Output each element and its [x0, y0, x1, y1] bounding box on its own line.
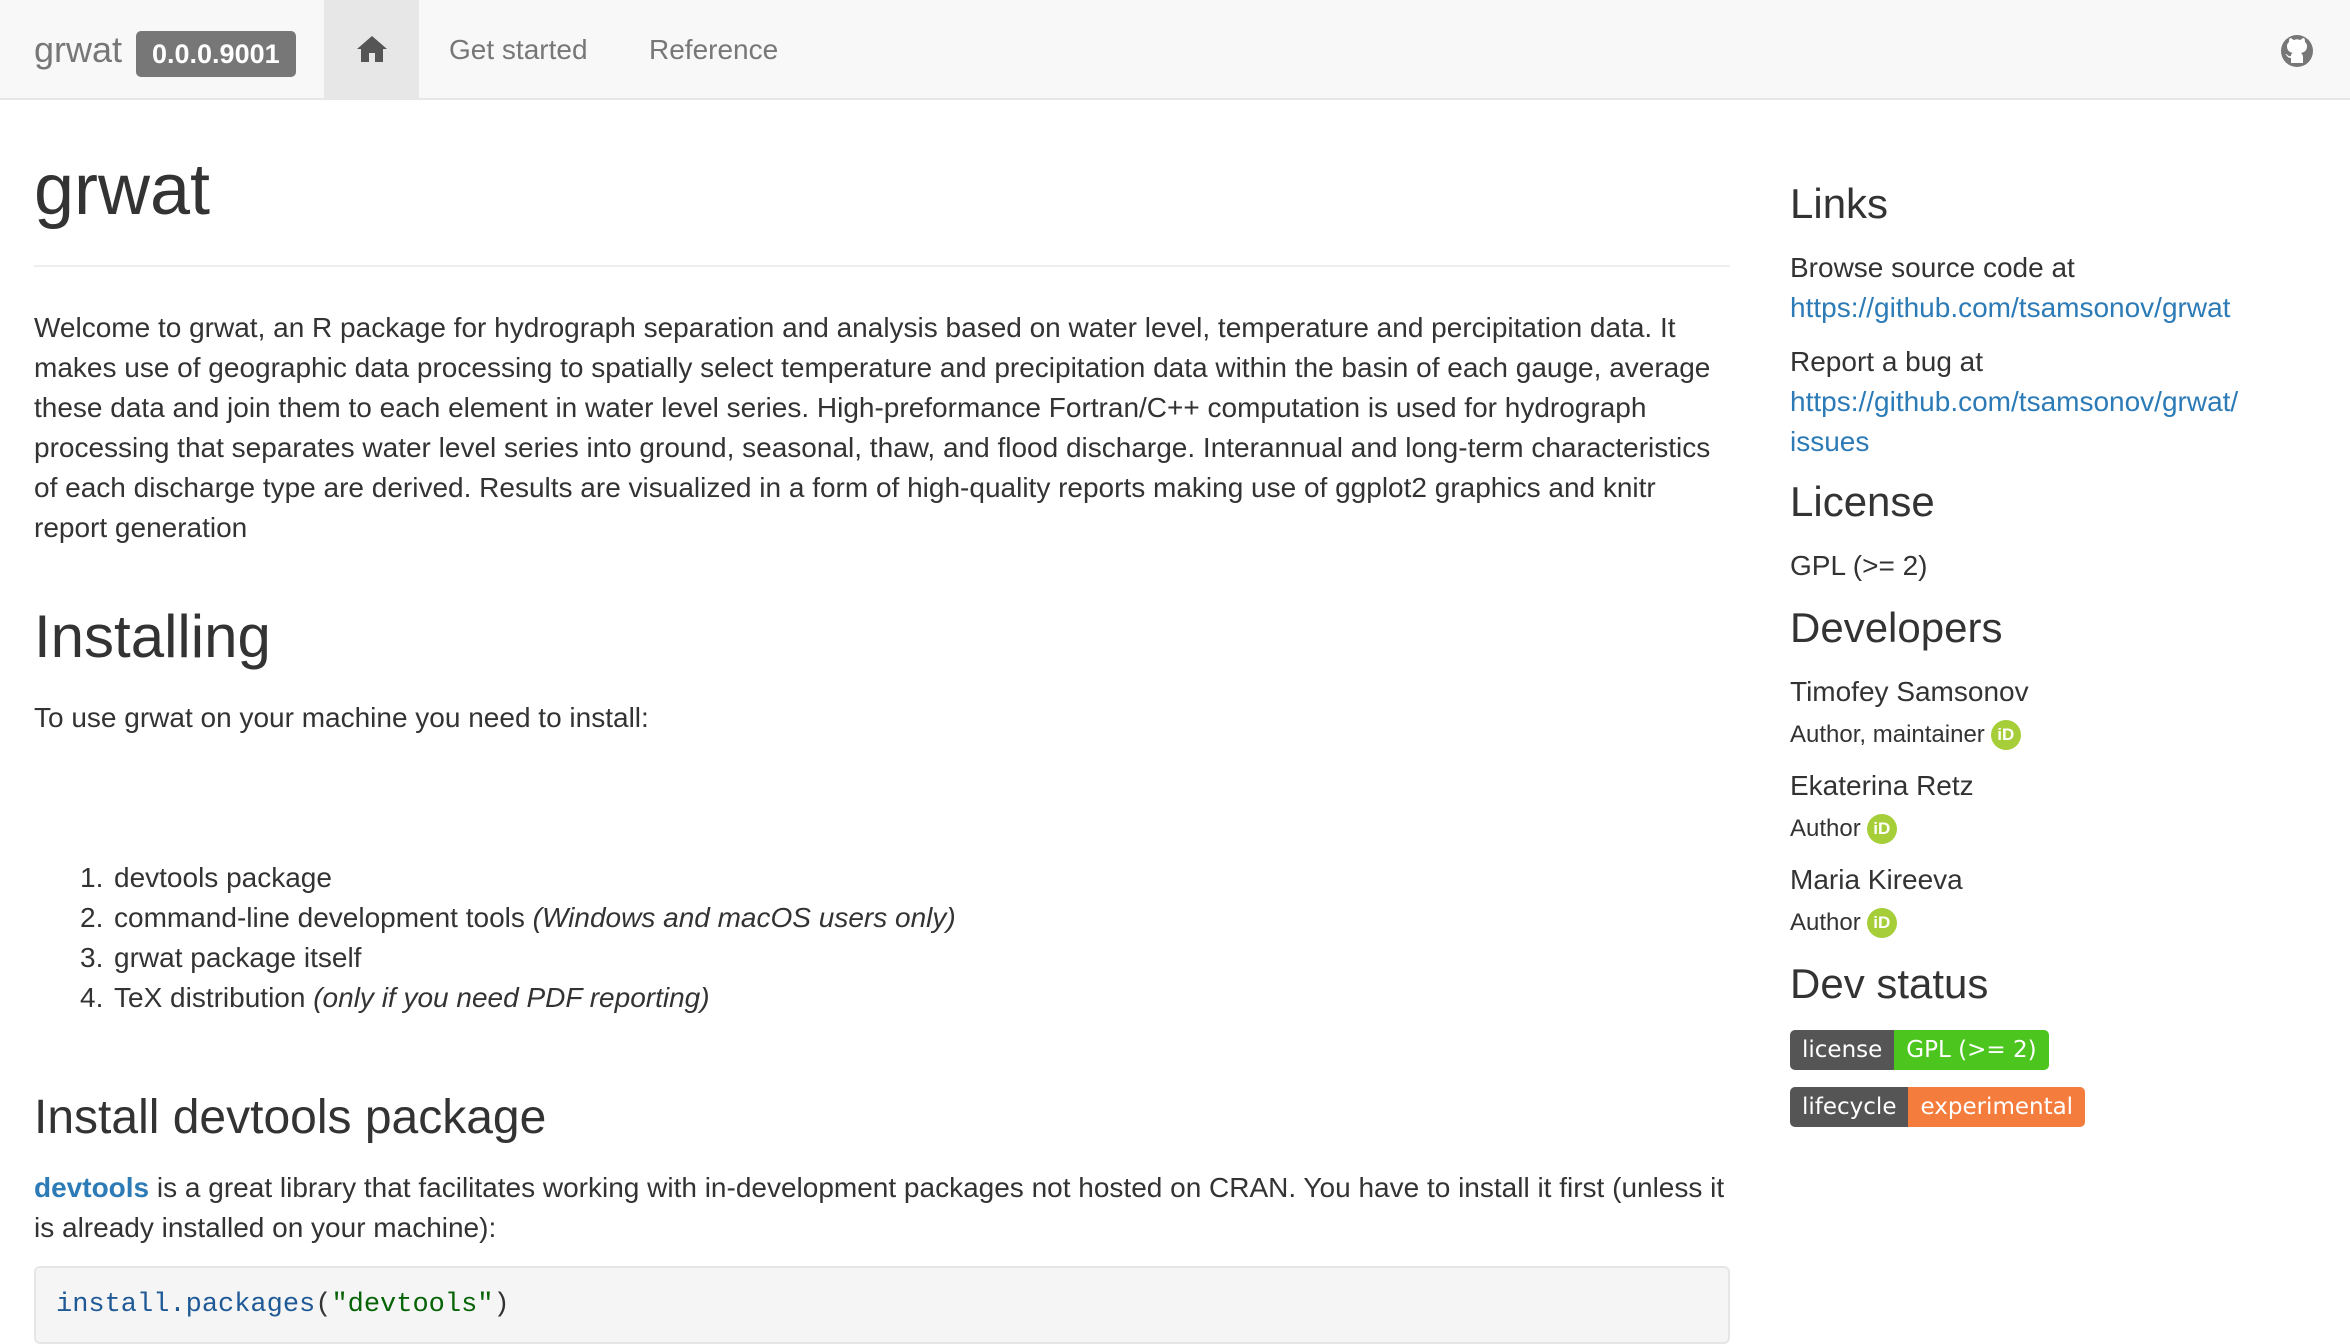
list-item: 2. command-line development tools (Window…	[34, 898, 956, 938]
list-number: 2.	[80, 902, 104, 933]
devtools-heading: Install devtools package	[34, 1091, 547, 1144]
bug-label: Report a bug at	[1790, 346, 1984, 377]
developer-role-row: Author, maintainer iD	[1790, 718, 2021, 752]
code-paren-close: )	[493, 1290, 510, 1320]
developer-name: Timofey Samsonov	[1790, 676, 2029, 707]
developer-name: Maria Kireeva	[1790, 864, 1963, 895]
nav-reference[interactable]: Reference	[649, 32, 778, 68]
list-text: grwat package itself	[114, 942, 362, 973]
list-number: 3.	[80, 942, 104, 973]
bug-report-link[interactable]: https://github.com/tsamsonov/grwat/ issu…	[1790, 382, 2238, 462]
code-string: "devtools"	[331, 1290, 494, 1320]
orcid-icon[interactable]: iD	[1990, 720, 2021, 750]
lifecycle-badge[interactable]: lifecycle experimental	[1790, 1087, 2086, 1127]
devtools-paragraph: devtools is a great library that facilit…	[34, 1168, 1734, 1248]
installing-lead: To use grwat on your machine you need to…	[34, 702, 649, 733]
orcid-icon[interactable]: iD	[1866, 814, 1897, 844]
code-paren-open: (	[315, 1290, 332, 1320]
code-block[interactable]: install.packages("devtools")	[34, 1266, 1730, 1344]
list-text: TeX distribution	[114, 982, 314, 1013]
bug-url-line1: https://github.com/tsamsonov/grwat/	[1790, 386, 2239, 417]
list-text: devtools package	[114, 862, 332, 893]
source-code-link[interactable]: https://github.com/tsamsonov/grwat	[1790, 288, 2230, 328]
developer-role: Author, maintainer	[1790, 721, 1985, 748]
browse-label: Browse source code at	[1790, 252, 2075, 283]
intro-paragraph: Welcome to grwat, an R package for hydro…	[34, 312, 1711, 543]
github-link[interactable]	[2280, 34, 2314, 68]
version-badge: 0.0.0.9001	[136, 31, 296, 77]
list-item: 1. devtools package	[34, 858, 956, 898]
install-steps-list: 1. devtools package 2. command-line develo…	[34, 858, 956, 1018]
bug-url-line2: issues	[1790, 426, 1870, 457]
badge-value: experimental	[1908, 1087, 2086, 1127]
developer-name: Ekaterina Retz	[1790, 770, 1974, 801]
dev-status-heading: Dev status	[1790, 960, 1989, 1007]
nav-get-started[interactable]: Get started	[449, 32, 588, 68]
badge-value: GPL (>= 2)	[1894, 1030, 2049, 1070]
list-number: 1.	[80, 862, 104, 893]
devtools-link[interactable]: devtools	[34, 1172, 149, 1203]
list-note: (only if you need PDF reporting)	[313, 982, 710, 1013]
list-note: (Windows and macOS users only)	[532, 902, 956, 933]
license-heading: License	[1790, 478, 1935, 525]
badge-label: lifecycle	[1790, 1087, 1909, 1127]
list-item: 3. grwat package itself	[34, 938, 956, 978]
home-icon	[356, 36, 387, 62]
orcid-icon[interactable]: iD	[1866, 908, 1897, 938]
github-icon	[2281, 35, 2313, 67]
installing-heading: Installing	[34, 603, 271, 670]
developer-role-row: Author iD	[1790, 906, 1897, 940]
nav-home[interactable]	[324, 0, 419, 98]
title-divider	[34, 265, 1730, 267]
developer-role-row: Author iD	[1790, 812, 1897, 846]
list-text: command-line development tools	[114, 902, 533, 933]
code-function: install.packages	[56, 1290, 316, 1320]
license-badge[interactable]: license GPL (>= 2)	[1790, 1030, 2049, 1070]
links-heading: Links	[1790, 180, 1889, 227]
badge-label: license	[1790, 1030, 1895, 1070]
developers-heading: Developers	[1790, 604, 2003, 651]
list-item: 4. TeX distribution (only if you need PDF…	[34, 978, 956, 1018]
brand-link[interactable]: grwat	[34, 28, 122, 72]
license-text: GPL (>= 2)	[1790, 550, 1928, 581]
list-number: 4.	[80, 982, 104, 1013]
developer-role: Author	[1790, 815, 1861, 842]
devtools-text: is a great library that facilitates work…	[34, 1172, 1725, 1243]
navbar: grwat 0.0.0.9001 Get started Reference	[0, 0, 2350, 100]
developer-role: Author	[1790, 909, 1861, 936]
page-title: grwat	[34, 150, 211, 230]
